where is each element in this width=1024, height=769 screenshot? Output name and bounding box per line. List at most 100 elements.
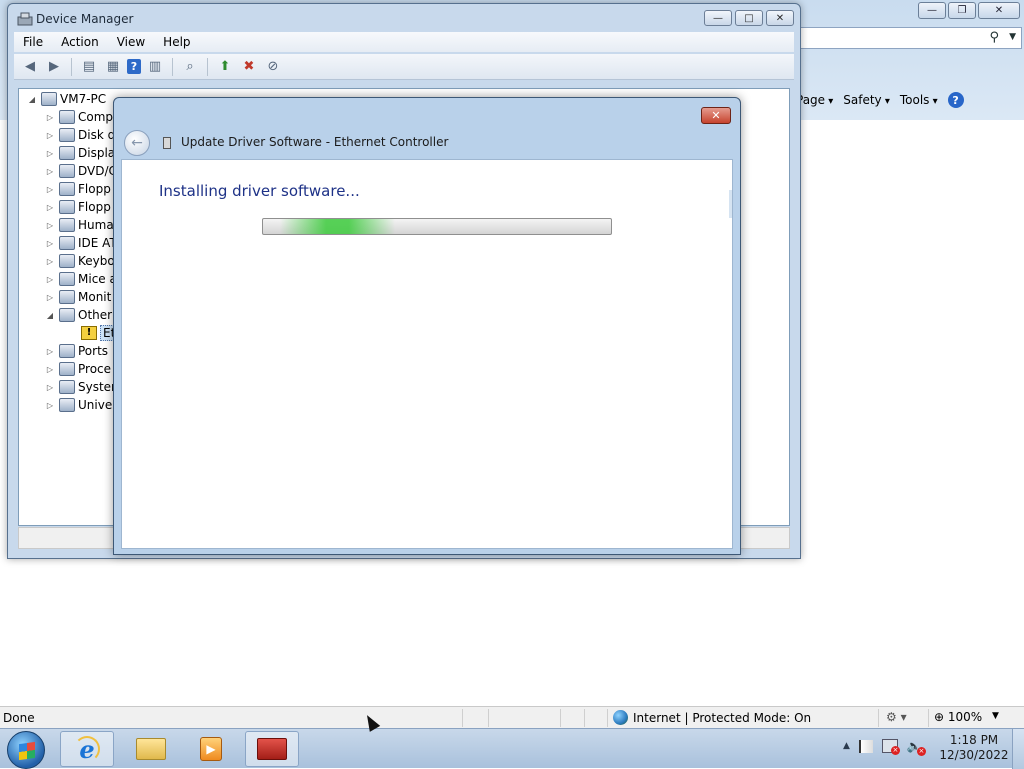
floppy-drive-icon [59,200,75,214]
expand-icon[interactable]: ▷ [45,113,55,122]
tree-item[interactable]: ▷ Mice a [45,270,117,288]
expand-icon[interactable]: ▷ [45,239,55,248]
tree-item[interactable]: ▷ Ports [45,342,108,360]
tree-item[interactable]: ▷ Disk d [45,126,115,144]
menu-help[interactable]: Help [154,35,199,49]
expand-icon[interactable]: ▷ [45,275,55,284]
tree-item-label: Disk d [78,128,116,142]
dialog-close-button[interactable]: ✕ [701,107,731,124]
disable-device-icon[interactable]: ⊘ [263,58,283,76]
expand-icon[interactable]: ▷ [45,365,55,374]
search-icon[interactable]: ⚲ [989,30,999,45]
start-button[interactable] [7,731,45,769]
zoom-level[interactable]: ⊕ 100% [934,710,982,724]
window-controls: — □ ✕ [704,10,794,26]
taskbar-windows-explorer[interactable] [124,731,178,767]
action-center-icon[interactable] [858,739,873,753]
disk-drive-icon [59,128,75,142]
minimize-button[interactable]: — [704,10,732,26]
tree-item[interactable]: ▷ Displa [45,144,115,162]
update-driver-icon[interactable]: ⬆ [215,58,235,76]
tree-item[interactable]: ▷ Flopp [45,198,111,216]
tree-item[interactable]: ◢ Other [45,306,112,324]
tree-item[interactable]: ▷ IDE AT [45,234,117,252]
keyboard-icon [59,254,75,268]
ie-minimize-button[interactable]: — [918,2,946,19]
maximize-button[interactable]: □ [735,10,763,26]
expand-icon[interactable]: ▷ [45,401,55,410]
uninstall-icon[interactable]: ✖ [239,58,259,76]
tree-item[interactable]: ▷ Comp [45,108,113,126]
console-tree-icon[interactable]: ▤ [79,58,99,76]
processor-icon [59,362,75,376]
tree-item[interactable]: ▷ Monit [45,288,111,306]
back-button[interactable]: ← [124,130,150,156]
tree-item-label: Monit [78,290,112,304]
close-button[interactable]: ✕ [766,10,794,26]
media-player-icon: ▶ [200,737,222,761]
action-pane-icon[interactable]: ▥ [145,58,165,76]
tree-item[interactable]: ▷ Proce [45,360,111,378]
tree-root[interactable]: ◢ VM7-PC [27,90,106,108]
tools-menu-button[interactable]: Tools [900,93,938,107]
status-divider [462,709,463,727]
expand-icon[interactable]: ▷ [45,131,55,140]
menu-file[interactable]: File [14,35,52,49]
show-desktop-button[interactable] [1012,729,1024,769]
show-hidden-icons-icon[interactable]: ▲ [843,741,850,751]
clock-time: 1:18 PM [949,733,999,747]
status-divider [607,709,608,727]
status-text: Done [3,711,35,725]
page-menu-button[interactable]: Page [796,93,833,107]
tree-item-label: Unive [78,398,113,412]
system-clock[interactable]: 1:18 PM 12/30/2022 [938,733,1010,763]
expand-icon[interactable]: ▷ [45,149,55,158]
network-icon[interactable]: × [881,739,900,755]
expand-icon[interactable]: ▷ [45,203,55,212]
tree-item[interactable]: ▷ DVD/C [45,162,117,180]
taskbar-device-manager[interactable] [245,731,299,767]
expand-icon[interactable]: ▷ [45,383,55,392]
expand-icon[interactable]: ▷ [45,293,55,302]
expand-icon[interactable]: ▷ [45,257,55,266]
scan-hardware-icon[interactable]: ⌕ [180,58,200,76]
tree-item-label: Comp [78,110,114,124]
expand-icon[interactable]: ▷ [45,185,55,194]
dvd-drive-icon [59,164,75,178]
ie-close-button[interactable]: ✕ [978,2,1020,19]
menu-view[interactable]: View [108,35,154,49]
volume-icon[interactable]: 🔈 × [907,739,926,756]
ie-search-box[interactable]: ⚲ ▼ [790,27,1022,49]
chevron-down-icon[interactable]: ▼ [1009,32,1016,42]
tree-item[interactable]: ▷ Huma [45,216,114,234]
back-icon[interactable]: ◀ [20,58,40,76]
computer-icon [41,92,57,106]
safety-menu-button[interactable]: Safety [843,93,890,107]
tree-item[interactable]: ▷ Syster [45,378,116,396]
tree-item[interactable]: ▷ Flopp [45,180,111,198]
expand-icon[interactable]: ▷ [45,347,55,356]
properties-icon[interactable]: ▦ [103,58,123,76]
forward-icon[interactable]: ▶ [44,58,64,76]
install-progress-bar [262,218,612,235]
collapse-icon[interactable]: ◢ [45,311,55,320]
help-icon[interactable]: ? [127,59,141,74]
ie-restore-button[interactable]: ❐ [948,2,976,19]
tree-item[interactable]: ▷ Unive [45,396,112,414]
taskbar-media-player[interactable]: ▶ [184,731,238,767]
expand-icon[interactable]: ▷ [45,167,55,176]
collapse-icon[interactable]: ◢ [27,95,37,104]
zoom-dropdown-icon[interactable]: ▼ [992,711,999,721]
update-driver-dialog: ✕ ← Update Driver Software - Ethernet Co… [113,97,741,555]
toolbar-separator [207,57,208,76]
tree-item-label: Proce [78,362,112,376]
taskbar-internet-explorer[interactable]: e [60,731,114,767]
help-icon[interactable]: ? [947,92,964,108]
device-manager-titlebar[interactable]: Device Manager — □ ✕ [8,4,800,32]
protected-mode-icon[interactable]: ⚙ ▾ [886,710,907,724]
security-zone[interactable]: Internet | Protected Mode: On [613,710,811,725]
menu-action[interactable]: Action [52,35,108,49]
expand-icon[interactable]: ▷ [45,221,55,230]
status-divider [878,709,879,727]
tree-item[interactable]: ▷ Keybo [45,252,115,270]
